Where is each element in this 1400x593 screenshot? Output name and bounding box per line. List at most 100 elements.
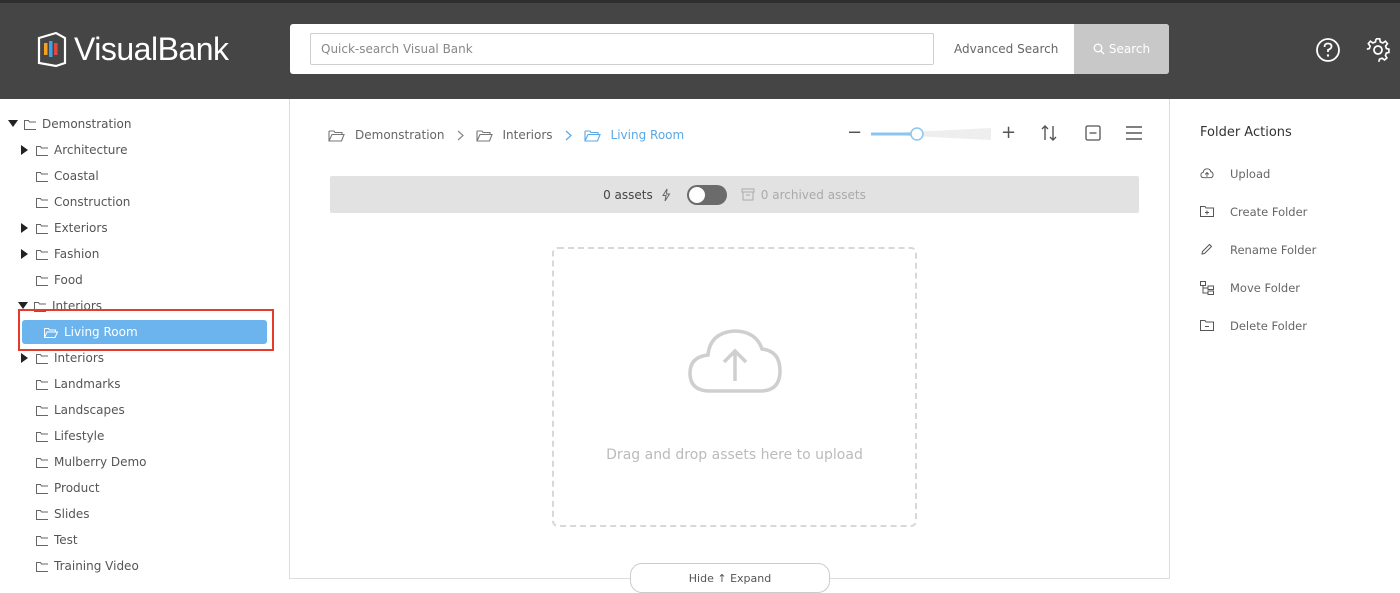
delete-folder-action[interactable]: Delete Folder <box>1200 316 1307 336</box>
open-folder-icon <box>583 129 601 142</box>
open-folder-icon <box>328 129 345 142</box>
tree-item-slides[interactable]: Slides <box>36 501 90 527</box>
tree-item-construction[interactable]: Construction <box>36 189 130 215</box>
folder-actions-title: Folder Actions <box>1200 125 1292 140</box>
tree-item-test[interactable]: Test <box>36 527 78 553</box>
archive-icon <box>741 188 755 201</box>
hide-expand-tab[interactable]: Hide ↑ Expand <box>630 563 830 593</box>
dropzone-text: Drag and drop assets here to upload <box>606 447 863 463</box>
action-label: Move Folder <box>1230 281 1301 295</box>
zoom-slider[interactable] <box>871 125 991 143</box>
caret-right-icon[interactable] <box>20 353 30 363</box>
advanced-search-link[interactable]: Advanced Search <box>954 24 1058 74</box>
rename-folder-action[interactable]: Rename Folder <box>1200 240 1316 260</box>
action-label: Delete Folder <box>1230 319 1307 333</box>
tree-item-interiors-2[interactable]: Interiors <box>20 345 104 371</box>
cloud-upload-icon <box>1200 167 1214 181</box>
search-icon <box>1093 43 1105 55</box>
brand-bank: Bank <box>157 30 229 67</box>
logo-mark-icon <box>36 30 68 68</box>
folder-actions-panel: Folder Actions Upload Create Folder Rena… <box>1171 99 1400 579</box>
action-label: Create Folder <box>1230 205 1308 219</box>
tree-item-product[interactable]: Product <box>36 475 100 501</box>
tree-item-food[interactable]: Food <box>36 267 83 293</box>
caret-right-icon[interactable] <box>20 223 30 233</box>
zoom-in-button[interactable]: + <box>1001 124 1016 142</box>
zoom-out-button[interactable]: − <box>847 124 862 142</box>
asset-count: 0 assets <box>603 187 653 202</box>
asset-status-bar: 0 assets 0 archived assets <box>330 176 1139 213</box>
folder-icon <box>34 301 46 312</box>
folder-icon <box>36 275 48 286</box>
gear-icon[interactable] <box>1365 37 1391 63</box>
main-panel: Demonstration Interiors Living Room − + … <box>290 99 1170 593</box>
folder-icon <box>36 561 48 572</box>
tree-item-interiors[interactable]: Interiors <box>18 293 102 319</box>
tree-item-architecture[interactable]: Architecture <box>20 137 127 163</box>
create-folder-action[interactable]: Create Folder <box>1200 202 1307 222</box>
tree-item-label: Interiors <box>52 299 103 313</box>
folder-icon <box>36 353 48 364</box>
archive-toggle[interactable] <box>686 184 727 205</box>
breadcrumb-demonstration[interactable]: Demonstration <box>328 128 445 142</box>
lightning-icon <box>661 188 671 202</box>
tree-item-mulberry-demo[interactable]: Mulberry Demo <box>36 449 147 475</box>
tree-item-label: Demonstration <box>42 117 132 131</box>
tree-item-landscapes[interactable]: Landscapes <box>36 397 125 423</box>
tree-item-label: Fashion <box>54 247 100 261</box>
tree-item-label: Product <box>54 481 100 495</box>
tree-item-landmarks[interactable]: Landmarks <box>36 371 120 397</box>
archived-count: 0 archived assets <box>760 187 866 202</box>
folder-icon <box>36 145 48 156</box>
search-button-label: Search <box>1108 42 1151 56</box>
help-icon[interactable] <box>1315 37 1341 63</box>
tree-item-label: Coastal <box>54 169 99 183</box>
tree-item-label: Interiors <box>54 351 105 365</box>
tree-item-training-video[interactable]: Training Video <box>36 553 139 579</box>
upload-action[interactable]: Upload <box>1200 164 1270 184</box>
quick-search-input[interactable] <box>310 33 934 65</box>
caret-right-icon[interactable] <box>20 145 30 155</box>
folder-icon <box>36 197 48 208</box>
folder-icon <box>36 431 48 442</box>
move-folder-action[interactable]: Move Folder <box>1200 278 1300 298</box>
tree-item-demonstration[interactable]: Demonstration <box>8 111 132 137</box>
open-folder-icon <box>475 129 493 142</box>
search-button[interactable]: Search <box>1074 24 1169 74</box>
folder-icon <box>36 223 48 234</box>
action-label: Upload <box>1230 167 1271 181</box>
tree-item-coastal[interactable]: Coastal <box>36 163 99 189</box>
app-header: VisualBank Advanced Search Search <box>0 3 1400 99</box>
tree-item-label: Test <box>54 533 78 547</box>
logo[interactable]: Visual Bank <box>36 29 229 69</box>
breadcrumb-interiors[interactable]: Interiors <box>475 128 553 142</box>
tree-item-exteriors[interactable]: Exteriors <box>20 215 108 241</box>
caret-right-icon[interactable] <box>20 249 30 259</box>
folder-icon <box>36 509 48 520</box>
pencil-icon <box>1200 243 1214 257</box>
upload-dropzone[interactable]: Drag and drop assets here to upload <box>552 247 917 527</box>
folder-icon <box>36 171 48 182</box>
sort-icon[interactable] <box>1039 123 1059 143</box>
tree-item-living-room[interactable]: Living Room <box>22 320 267 344</box>
folder-icon <box>24 119 36 130</box>
folder-icon <box>36 483 48 494</box>
menu-icon[interactable] <box>1124 123 1144 143</box>
folder-icon <box>36 457 48 468</box>
tree-item-fashion[interactable]: Fashion <box>20 241 99 267</box>
caret-down-icon[interactable] <box>18 301 28 311</box>
folder-icon <box>36 249 48 260</box>
brand-visual: Visual <box>74 30 158 67</box>
tree-item-label: Lifestyle <box>54 429 105 443</box>
collapse-icon[interactable] <box>1083 123 1103 143</box>
folder-icon <box>36 379 48 390</box>
breadcrumb-living-room[interactable]: Living Room <box>583 128 684 142</box>
folder-icon <box>36 535 48 546</box>
breadcrumb: Demonstration Interiors Living Room <box>328 125 684 145</box>
chevron-right-icon <box>457 130 464 141</box>
tree-item-lifestyle[interactable]: Lifestyle <box>36 423 104 449</box>
tree-item-label: Exteriors <box>54 221 108 235</box>
action-label: Rename Folder <box>1230 243 1317 257</box>
folder-tree: Demonstration Architecture Coastal Const… <box>0 99 290 579</box>
caret-down-icon[interactable] <box>8 119 18 129</box>
